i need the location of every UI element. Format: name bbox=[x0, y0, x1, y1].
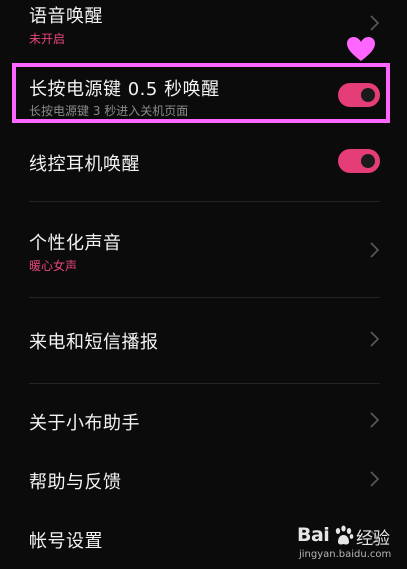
chevron-right-icon bbox=[369, 411, 380, 429]
chevron-right-icon bbox=[369, 330, 380, 348]
personalized-voice-title: 个性化声音 bbox=[29, 233, 122, 254]
baidu-jingyan-watermark: Bai 经验 jingyan.baidu.com bbox=[292, 523, 397, 563]
chevron-right-icon bbox=[369, 14, 380, 32]
setting-personalized-voice[interactable]: 个性化声音 暖心女声 bbox=[0, 202, 407, 298]
wired-headset-wakeup-title: 线控耳机唤醒 bbox=[29, 154, 140, 175]
heart-icon bbox=[346, 36, 376, 62]
about-title: 关于小布助手 bbox=[29, 413, 140, 434]
help-feedback-title: 帮助与反馈 bbox=[29, 472, 122, 493]
toggle-knob bbox=[361, 154, 375, 168]
setting-wired-headset-wakeup[interactable]: 线控耳机唤醒 bbox=[0, 130, 407, 190]
wired-headset-wakeup-toggle[interactable] bbox=[338, 149, 380, 173]
chevron-right-icon bbox=[369, 241, 380, 259]
voice-wakeup-status: 未开启 bbox=[29, 32, 66, 46]
setting-call-sms-broadcast[interactable]: 来电和短信播报 bbox=[0, 298, 407, 383]
watermark-url: jingyan.baidu.com bbox=[299, 549, 392, 560]
personalized-voice-value: 暖心女声 bbox=[29, 259, 78, 273]
setting-help-feedback[interactable]: 帮助与反馈 bbox=[0, 454, 407, 509]
voice-wakeup-title: 语音唤醒 bbox=[29, 6, 103, 27]
call-sms-broadcast-title: 来电和短信播报 bbox=[29, 332, 159, 353]
annotation-highlight-box bbox=[12, 63, 390, 123]
account-title: 帐号设置 bbox=[29, 531, 103, 552]
chevron-right-icon bbox=[369, 470, 380, 488]
watermark-suffix: 经验 bbox=[356, 529, 390, 549]
paw-icon bbox=[333, 525, 354, 546]
watermark-brand: Bai bbox=[297, 524, 330, 546]
setting-about[interactable]: 关于小布助手 bbox=[0, 384, 407, 454]
